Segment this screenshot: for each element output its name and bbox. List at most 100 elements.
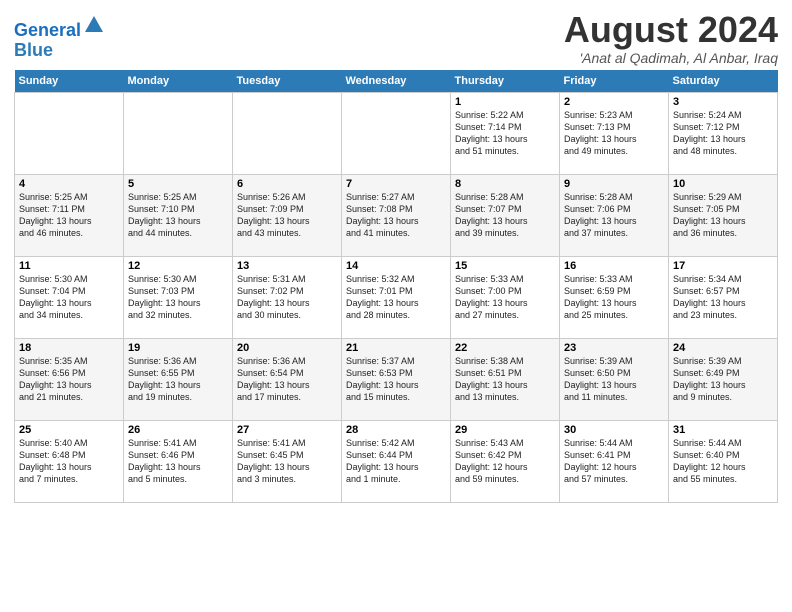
header: General Blue August 2024 'Anat al Qadima…: [14, 10, 778, 66]
col-tuesday: Tuesday: [233, 70, 342, 93]
day-number: 18: [19, 342, 119, 354]
col-friday: Friday: [560, 70, 669, 93]
day-detail: Sunrise: 5:35 AM Sunset: 6:56 PM Dayligh…: [19, 356, 92, 402]
logo-general: General: [14, 20, 81, 40]
calendar-cell: 11Sunrise: 5:30 AM Sunset: 7:04 PM Dayli…: [15, 256, 124, 338]
day-detail: Sunrise: 5:22 AM Sunset: 7:14 PM Dayligh…: [455, 110, 528, 156]
calendar-cell: 9 Sunrise: 5:28 AM Sunset: 7:06 PM Daylig…: [560, 174, 669, 256]
day-detail: Sunrise: 5:28 AM Sunset: 7:06 PM Dayligh…: [564, 192, 637, 238]
day-number: 5: [128, 178, 228, 190]
day-number: 23: [564, 342, 664, 354]
col-wednesday: Wednesday: [342, 70, 451, 93]
day-number: 31: [673, 424, 773, 436]
calendar-cell: 10 Sunrise: 5:29 AM Sunset: 7:05 PM Dayli…: [669, 174, 778, 256]
day-detail: Sunrise: 5:33 AM Sunset: 7:00 PM Dayligh…: [455, 274, 528, 320]
day-number: 15: [455, 260, 555, 272]
col-thursday: Thursday: [451, 70, 560, 93]
calendar-cell: 16 Sunrise: 5:33 AM Sunset: 6:59 PM Dayli…: [560, 256, 669, 338]
day-number: 2: [564, 96, 664, 108]
calendar-header-row: Sunday Monday Tuesday Wednesday Thursday…: [15, 70, 778, 93]
day-number: 7: [346, 178, 446, 190]
day-number: 12: [128, 260, 228, 272]
calendar-cell: [124, 92, 233, 174]
logo: General Blue: [14, 14, 105, 61]
day-number: 26: [128, 424, 228, 436]
day-number: 10: [673, 178, 773, 190]
day-number: 9: [564, 178, 664, 190]
calendar-cell: 22Sunrise: 5:38 AM Sunset: 6:51 PM Dayli…: [451, 338, 560, 420]
calendar-cell: 21 Sunrise: 5:37 AM Sunset: 6:53 PM Dayli…: [342, 338, 451, 420]
day-detail: Sunrise: 5:42 AM Sunset: 6:44 PM Dayligh…: [346, 438, 419, 484]
day-number: 21: [346, 342, 446, 354]
calendar-cell: 14 Sunrise: 5:32 AM Sunset: 7:01 PM Dayli…: [342, 256, 451, 338]
day-detail: Sunrise: 5:41 AM Sunset: 6:46 PM Dayligh…: [128, 438, 201, 484]
location-subtitle: 'Anat al Qadimah, Al Anbar, Iraq: [564, 50, 778, 66]
day-number: 24: [673, 342, 773, 354]
calendar-table: Sunday Monday Tuesday Wednesday Thursday…: [14, 70, 778, 503]
day-detail: Sunrise: 5:28 AM Sunset: 7:07 PM Dayligh…: [455, 192, 528, 238]
day-detail: Sunrise: 5:27 AM Sunset: 7:08 PM Dayligh…: [346, 192, 419, 238]
day-number: 4: [19, 178, 119, 190]
day-detail: Sunrise: 5:30 AM Sunset: 7:04 PM Dayligh…: [19, 274, 92, 320]
calendar-cell: 27Sunrise: 5:41 AM Sunset: 6:45 PM Dayli…: [233, 420, 342, 502]
calendar-cell: 2 Sunrise: 5:23 AM Sunset: 7:13 PM Daylig…: [560, 92, 669, 174]
day-number: 29: [455, 424, 555, 436]
day-detail: Sunrise: 5:26 AM Sunset: 7:09 PM Dayligh…: [237, 192, 310, 238]
calendar-week-2: 4 Sunrise: 5:25 AM Sunset: 7:11 PM Daylig…: [15, 174, 778, 256]
calendar-cell: 23 Sunrise: 5:39 AM Sunset: 6:50 PM Dayli…: [560, 338, 669, 420]
calendar-cell: 20 Sunrise: 5:36 AM Sunset: 6:54 PM Dayli…: [233, 338, 342, 420]
day-number: 28: [346, 424, 446, 436]
calendar-cell: 3Sunrise: 5:24 AM Sunset: 7:12 PM Daylig…: [669, 92, 778, 174]
logo-icon: [83, 14, 105, 36]
day-number: 17: [673, 260, 773, 272]
col-saturday: Saturday: [669, 70, 778, 93]
calendar-cell: 18 Sunrise: 5:35 AM Sunset: 6:56 PM Dayli…: [15, 338, 124, 420]
day-number: 16: [564, 260, 664, 272]
day-detail: Sunrise: 5:40 AM Sunset: 6:48 PM Dayligh…: [19, 438, 92, 484]
logo-text: General: [14, 14, 105, 41]
day-number: 3: [673, 96, 773, 108]
calendar-cell: 31 Sunrise: 5:44 AM Sunset: 6:40 PM Dayli…: [669, 420, 778, 502]
calendar-week-1: 1 Sunrise: 5:22 AM Sunset: 7:14 PM Daylig…: [15, 92, 778, 174]
day-detail: Sunrise: 5:37 AM Sunset: 6:53 PM Dayligh…: [346, 356, 419, 402]
day-number: 20: [237, 342, 337, 354]
logo-blue: Blue: [14, 41, 105, 61]
col-monday: Monday: [124, 70, 233, 93]
calendar-cell: 26 Sunrise: 5:41 AM Sunset: 6:46 PM Dayli…: [124, 420, 233, 502]
month-title: August 2024: [564, 10, 778, 50]
day-detail: Sunrise: 5:39 AM Sunset: 6:49 PM Dayligh…: [673, 356, 746, 402]
day-detail: Sunrise: 5:39 AM Sunset: 6:50 PM Dayligh…: [564, 356, 637, 402]
day-detail: Sunrise: 5:29 AM Sunset: 7:05 PM Dayligh…: [673, 192, 746, 238]
calendar-cell: 29 Sunrise: 5:43 AM Sunset: 6:42 PM Dayli…: [451, 420, 560, 502]
calendar-week-3: 11Sunrise: 5:30 AM Sunset: 7:04 PM Dayli…: [15, 256, 778, 338]
col-sunday: Sunday: [15, 70, 124, 93]
calendar-week-5: 25Sunrise: 5:40 AM Sunset: 6:48 PM Dayli…: [15, 420, 778, 502]
calendar-cell: 13Sunrise: 5:31 AM Sunset: 7:02 PM Dayli…: [233, 256, 342, 338]
day-detail: Sunrise: 5:25 AM Sunset: 7:11 PM Dayligh…: [19, 192, 92, 238]
day-number: 14: [346, 260, 446, 272]
day-number: 22: [455, 342, 555, 354]
calendar-cell: 12 Sunrise: 5:30 AM Sunset: 7:03 PM Dayli…: [124, 256, 233, 338]
day-detail: Sunrise: 5:43 AM Sunset: 6:42 PM Dayligh…: [455, 438, 528, 484]
day-detail: Sunrise: 5:36 AM Sunset: 6:55 PM Dayligh…: [128, 356, 201, 402]
day-number: 19: [128, 342, 228, 354]
day-detail: Sunrise: 5:36 AM Sunset: 6:54 PM Dayligh…: [237, 356, 310, 402]
day-detail: Sunrise: 5:23 AM Sunset: 7:13 PM Dayligh…: [564, 110, 637, 156]
day-detail: Sunrise: 5:44 AM Sunset: 6:41 PM Dayligh…: [564, 438, 637, 484]
day-number: 6: [237, 178, 337, 190]
calendar-cell: 28 Sunrise: 5:42 AM Sunset: 6:44 PM Dayli…: [342, 420, 451, 502]
day-detail: Sunrise: 5:44 AM Sunset: 6:40 PM Dayligh…: [673, 438, 746, 484]
calendar-cell: 8Sunrise: 5:28 AM Sunset: 7:07 PM Daylig…: [451, 174, 560, 256]
calendar-cell: 24 Sunrise: 5:39 AM Sunset: 6:49 PM Dayli…: [669, 338, 778, 420]
day-detail: Sunrise: 5:32 AM Sunset: 7:01 PM Dayligh…: [346, 274, 419, 320]
calendar-cell: 6 Sunrise: 5:26 AM Sunset: 7:09 PM Daylig…: [233, 174, 342, 256]
day-detail: Sunrise: 5:30 AM Sunset: 7:03 PM Dayligh…: [128, 274, 201, 320]
day-number: 1: [455, 96, 555, 108]
day-number: 30: [564, 424, 664, 436]
calendar-week-4: 18 Sunrise: 5:35 AM Sunset: 6:56 PM Dayli…: [15, 338, 778, 420]
calendar-cell: 19 Sunrise: 5:36 AM Sunset: 6:55 PM Dayli…: [124, 338, 233, 420]
calendar-cell: [342, 92, 451, 174]
day-detail: Sunrise: 5:31 AM Sunset: 7:02 PM Dayligh…: [237, 274, 310, 320]
calendar-cell: 15 Sunrise: 5:33 AM Sunset: 7:00 PM Dayli…: [451, 256, 560, 338]
day-detail: Sunrise: 5:33 AM Sunset: 6:59 PM Dayligh…: [564, 274, 637, 320]
